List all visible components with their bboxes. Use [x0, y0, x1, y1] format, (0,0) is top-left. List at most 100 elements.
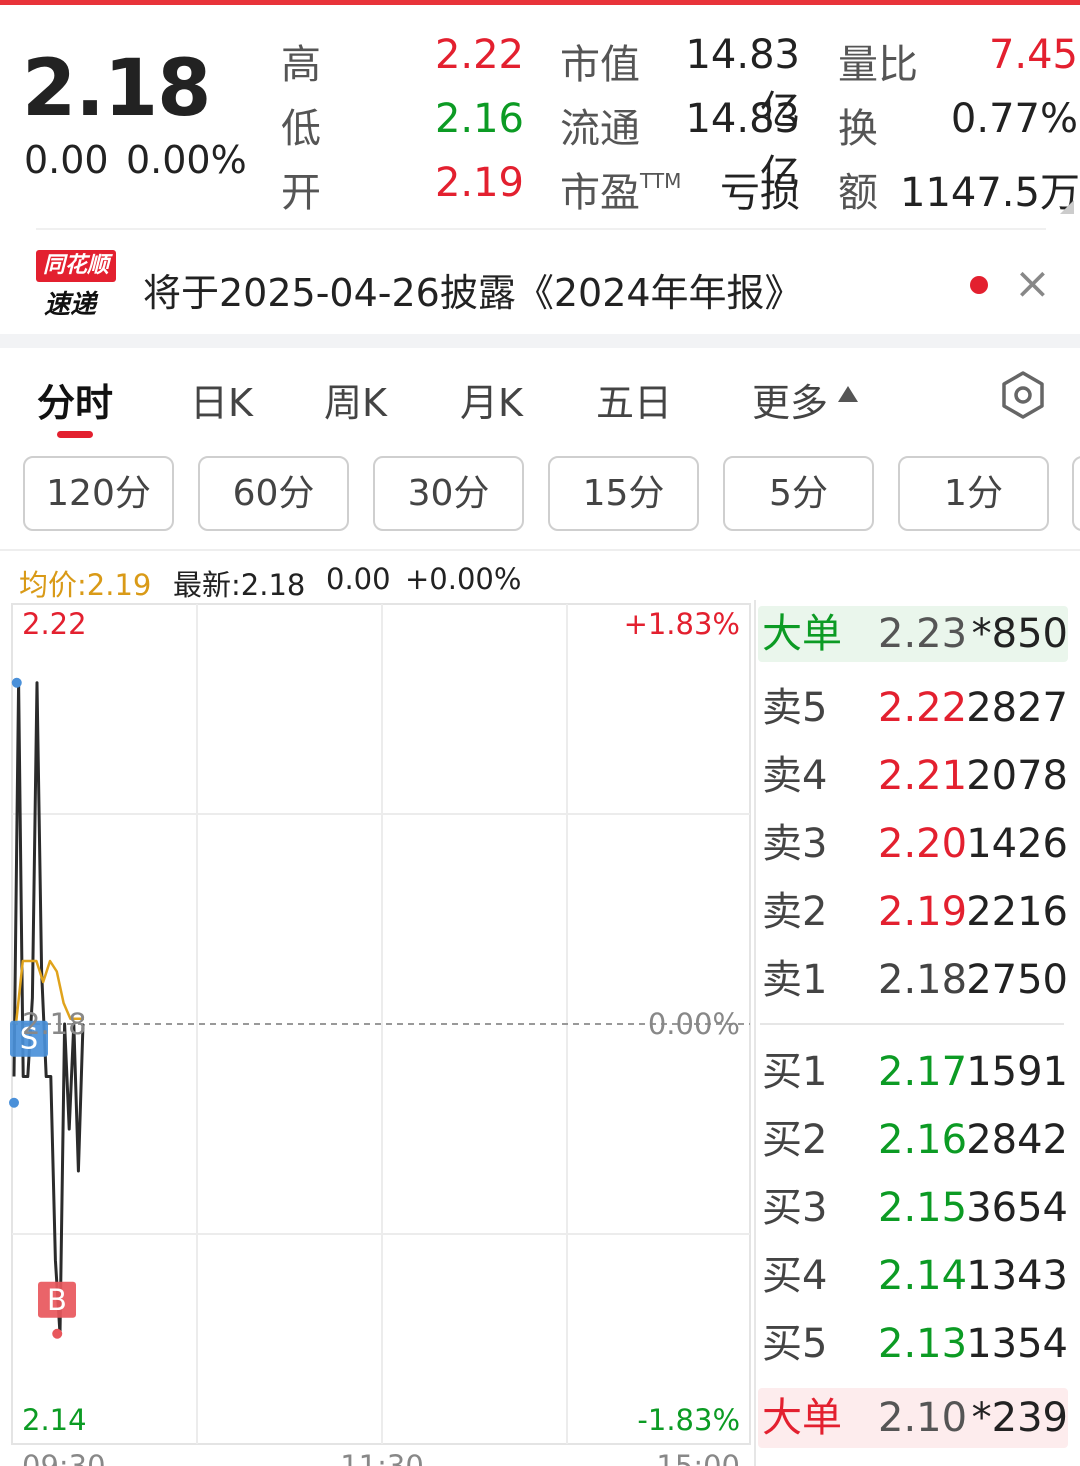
latest-change: 0.00	[326, 562, 391, 596]
bid-vol: 1591	[966, 1049, 1068, 1095]
bid-label: 买2	[762, 1117, 828, 1163]
pe-sup: TTM	[640, 169, 682, 193]
latest-change-pct: +0.00%	[405, 562, 522, 596]
ask-label: 卖3	[762, 821, 828, 867]
latest-price-label: 最新:2.18	[173, 568, 306, 602]
bid-row-5[interactable]: 买5 2.13 1354	[762, 1316, 1072, 1372]
ask-price: 2.19	[878, 889, 968, 935]
divider	[36, 228, 1046, 230]
x-tick: 11:30	[340, 1449, 424, 1466]
period-120min-button[interactable]: 120分	[23, 456, 174, 531]
order-book-divider	[760, 1023, 1064, 1025]
price-change-pct: 0.00%	[126, 138, 247, 182]
period-15min-button[interactable]: 15分	[548, 456, 699, 531]
bid-price: 2.16	[878, 1117, 968, 1163]
pe-label: 市盈TTM	[560, 169, 682, 216]
ask-row-2[interactable]: 卖2 2.19 2216	[762, 884, 1072, 940]
tab-more[interactable]: 更多	[752, 372, 828, 427]
bid-price: 2.14	[878, 1253, 968, 1299]
close-icon[interactable]: ×	[1014, 260, 1051, 308]
price-change: 0.00	[24, 138, 109, 182]
mktcap-label: 市值	[560, 42, 640, 88]
float-label: 流通	[560, 106, 640, 152]
bid-label: 买1	[762, 1049, 828, 1095]
ask-row-5[interactable]: 卖5 2.22 2827	[762, 680, 1072, 736]
tab-monthly-k[interactable]: 月K	[460, 372, 523, 427]
x-tick: 09:30	[22, 1449, 106, 1466]
bid-row-2[interactable]: 买2 2.16 2842	[762, 1112, 1072, 1168]
low-label: 低	[281, 106, 321, 152]
divider	[0, 549, 1080, 551]
ask-vol: 1426	[966, 821, 1068, 867]
big-order-vol: *850	[971, 611, 1068, 657]
bid-price: 2.13	[878, 1321, 968, 1367]
active-tab-indicator	[57, 431, 93, 438]
bid-label: 买3	[762, 1185, 828, 1231]
low-value: 2.16	[434, 96, 524, 142]
high-label: 高	[281, 42, 321, 88]
bid-vol: 3654	[966, 1185, 1068, 1231]
volratio-label: 量比	[838, 42, 918, 88]
ths-express-logo: 同花顺 速递	[36, 250, 118, 320]
period-button-partial[interactable]	[1072, 456, 1080, 531]
ask-price: 2.20	[878, 821, 968, 867]
bid-label: 买5	[762, 1321, 828, 1367]
bid-row-3[interactable]: 买3 2.15 3654	[762, 1180, 1072, 1236]
low-point-dot	[52, 1328, 63, 1339]
bid-vol: 1343	[966, 1253, 1068, 1299]
open-label: 开	[281, 170, 321, 216]
notice-text[interactable]: 将于2025-04-26披露《2024年年报》	[143, 262, 803, 317]
tab-daily-k[interactable]: 日K	[190, 372, 253, 427]
amount-value: 1147.5万	[900, 170, 1080, 216]
bid-row-1[interactable]: 买1 2.17 1591	[762, 1044, 1072, 1100]
open-value: 2.19	[434, 160, 524, 206]
last-price: 2.18	[22, 44, 211, 134]
settings-icon[interactable]	[998, 370, 1048, 420]
buy-marker-label: B	[47, 1283, 67, 1317]
big-order-sell-row[interactable]: 大单 2.23 *850	[762, 606, 1072, 662]
high-value: 2.22	[434, 32, 524, 78]
ask-price: 2.21	[878, 753, 968, 799]
ask-row-3[interactable]: 卖3 2.20 1426	[762, 816, 1072, 872]
bid-label: 买4	[762, 1253, 828, 1299]
intraday-chart[interactable]: SB2.222.182.14+1.83%0.00%-1.83%09:30 11:3…	[0, 600, 760, 1466]
ask-price: 2.18	[878, 957, 968, 1003]
bid-price: 2.15	[878, 1185, 968, 1231]
avg-price-label: 均价:2.19	[19, 568, 152, 602]
bid-vol: 2842	[966, 1117, 1068, 1163]
volratio-value: 7.45	[988, 32, 1078, 78]
y-tick-left: 2.22	[22, 607, 87, 641]
x-tick: 15:00	[656, 1449, 740, 1466]
high-point-dot	[11, 677, 22, 688]
big-order-buy-row[interactable]: 大单 2.10 *239	[762, 1390, 1072, 1446]
ask-row-4[interactable]: 卖4 2.21 2078	[762, 748, 1072, 804]
ask-label: 卖5	[762, 685, 828, 731]
period-5min-button[interactable]: 5分	[723, 456, 874, 531]
ask-label: 卖2	[762, 889, 828, 935]
pe-value: 亏损	[720, 170, 800, 216]
big-order-label: 大单	[762, 611, 842, 657]
period-60min-button[interactable]: 60分	[198, 456, 349, 531]
y-tick-left: 2.18	[22, 1007, 87, 1041]
bid-row-4[interactable]: 买4 2.14 1343	[762, 1248, 1072, 1304]
open-point-dot	[9, 1097, 19, 1108]
tab-weekly-k[interactable]: 周K	[324, 372, 387, 427]
tab-intraday[interactable]: 分时	[37, 372, 113, 427]
expand-corner-icon[interactable]	[1060, 200, 1074, 214]
big-order-price: 2.23	[878, 611, 968, 657]
caret-up-icon[interactable]	[838, 386, 858, 402]
tab-five-day[interactable]: 五日	[596, 372, 672, 427]
ask-label: 卖4	[762, 753, 828, 799]
big-order-label: 大单	[762, 1395, 842, 1441]
turnover-value: 0.77%	[950, 96, 1078, 142]
logo-top-text: 同花顺	[36, 250, 116, 282]
y-tick-left: 2.14	[22, 1403, 87, 1437]
big-order-vol: *239	[971, 1395, 1068, 1441]
section-separator	[0, 334, 1080, 348]
ask-vol: 2827	[966, 685, 1068, 731]
ask-label: 卖1	[762, 957, 828, 1003]
ask-row-1[interactable]: 卖1 2.18 2750	[762, 952, 1072, 1008]
unread-dot-icon	[970, 276, 988, 294]
period-30min-button[interactable]: 30分	[373, 456, 524, 531]
period-1min-button[interactable]: 1分	[898, 456, 1049, 531]
